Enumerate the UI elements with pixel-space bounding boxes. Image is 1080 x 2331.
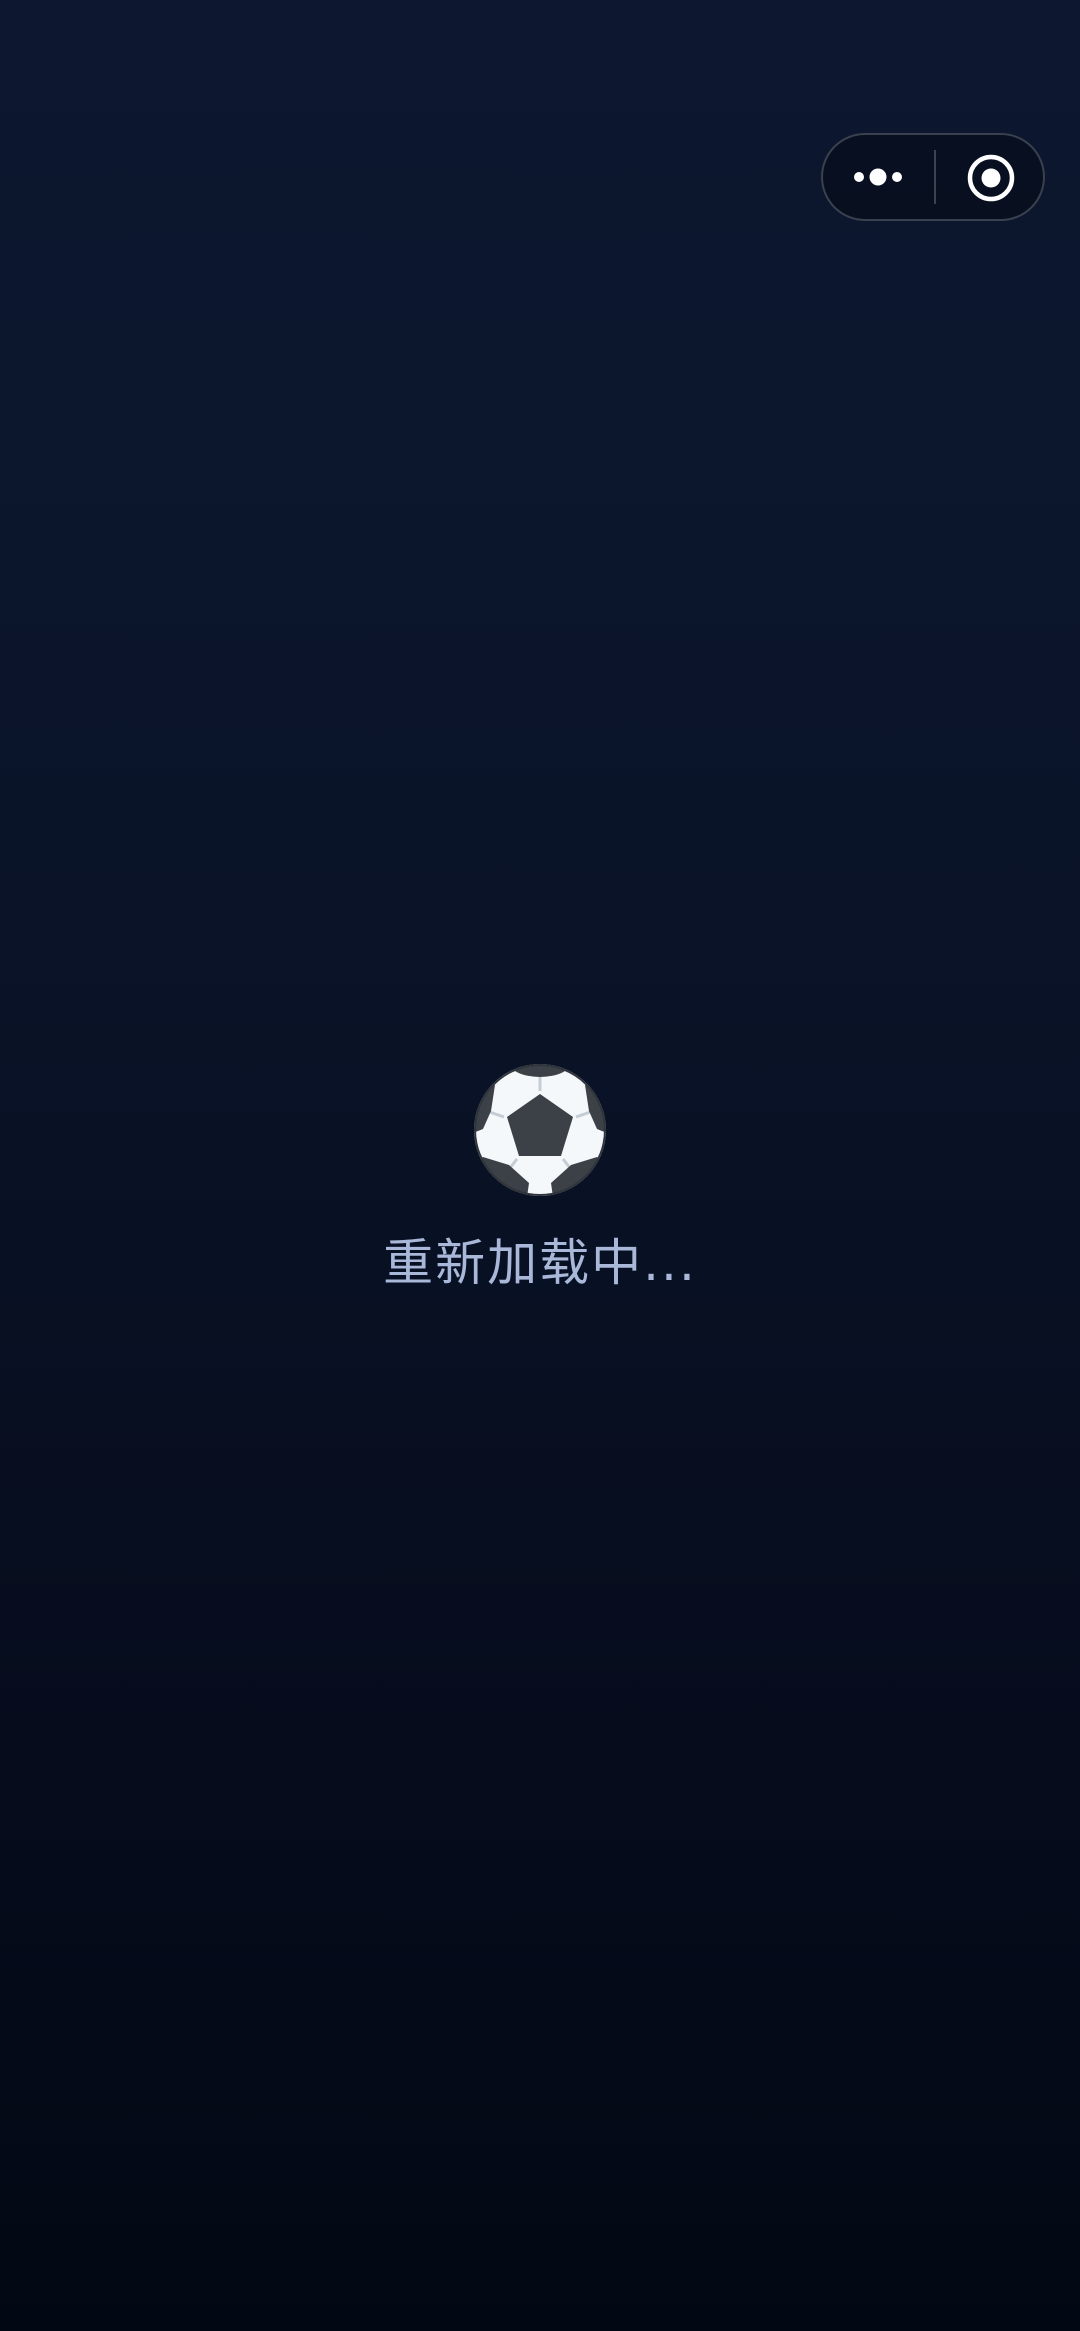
more-button[interactable] xyxy=(823,135,933,219)
close-button[interactable] xyxy=(937,135,1043,219)
reload-screen: { "capsule": { "more_icon": "more-dots-i… xyxy=(0,0,1080,2331)
capsule-divider xyxy=(934,150,936,204)
more-dots-icon xyxy=(854,168,902,186)
soccer-ball-icon xyxy=(474,1064,606,1196)
circle-target-icon xyxy=(967,154,1015,202)
loading-text: 重新加载中... xyxy=(383,1234,697,1292)
mini-program-capsule xyxy=(821,133,1045,221)
loading-indicator: 重新加载中... xyxy=(0,1063,1080,1295)
